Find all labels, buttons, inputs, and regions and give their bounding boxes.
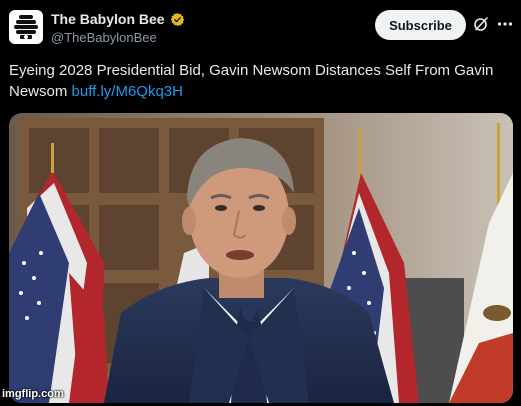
imgflip-watermark: imgflip.com xyxy=(2,388,64,400)
display-name[interactable]: The Babylon Bee xyxy=(51,11,165,27)
bee-hive-logo-icon xyxy=(11,12,41,42)
press-conference-photo xyxy=(9,113,513,403)
post-card: The Babylon Bee @TheBabylonBee Subscribe… xyxy=(0,0,521,406)
more-options-icon[interactable] xyxy=(497,18,513,30)
post-link[interactable]: buff.ly/M6Qkq3H xyxy=(72,83,183,100)
post-text: Eyeing 2028 Presidential Bid, Gavin News… xyxy=(9,60,509,102)
post-image[interactable] xyxy=(9,113,513,403)
verified-badge-icon[interactable] xyxy=(170,12,185,27)
grok-icon[interactable] xyxy=(473,16,489,32)
subscribe-button[interactable]: Subscribe xyxy=(375,10,466,40)
avatar[interactable] xyxy=(9,10,43,44)
account-name-row: The Babylon Bee xyxy=(51,11,185,27)
account-handle[interactable]: @TheBabylonBee xyxy=(51,30,157,45)
